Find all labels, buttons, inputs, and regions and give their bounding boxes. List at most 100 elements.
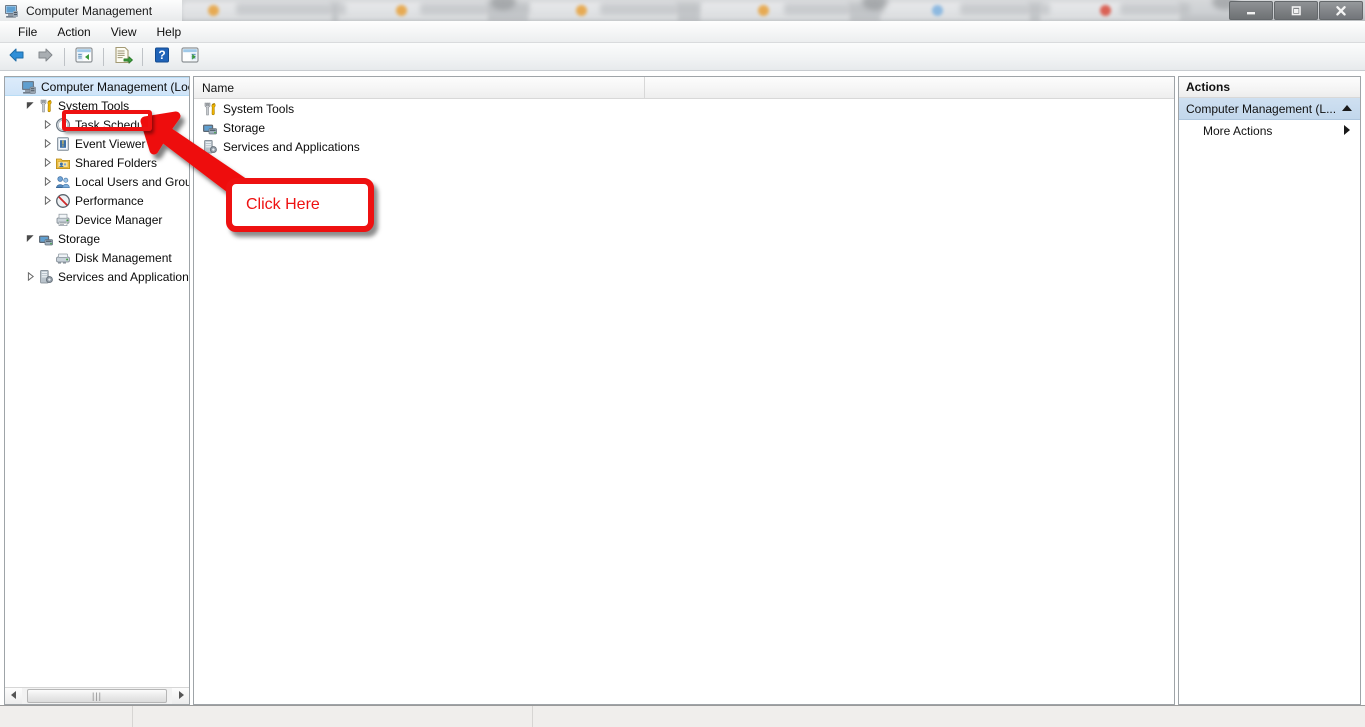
computer-management-window: Computer Management File Action View Hel…	[0, 0, 1365, 727]
show-hide-tree-button[interactable]	[71, 45, 97, 69]
system-tools-icon	[38, 98, 54, 114]
status-bar	[0, 705, 1365, 727]
toolbar-separator-3	[142, 47, 143, 66]
scroll-left-button[interactable]	[5, 688, 22, 704]
triangle-right-icon	[177, 689, 185, 703]
tree-twisty-collapsed-icon[interactable]	[39, 158, 55, 167]
tree-item-device-manager[interactable]: Device Manager	[5, 210, 189, 229]
details-list[interactable]: System Tools Storage Services and Applicat…	[194, 99, 1174, 156]
tree-item-computer-management-local[interactable]: Computer Management (Local	[5, 77, 189, 96]
help-question-icon: ?	[152, 45, 172, 68]
chevron-up-icon[interactable]	[1341, 102, 1353, 116]
menu-action[interactable]: Action	[47, 22, 100, 42]
actions-group-label: Computer Management (L...	[1186, 101, 1337, 116]
tree-item-label: Device Manager	[75, 212, 163, 227]
tree-list[interactable]: Computer Management (Local System Tools Ta…	[5, 77, 189, 688]
system-tools-icon	[202, 101, 218, 117]
action-pane-icon	[179, 45, 201, 68]
show-action-pane-button[interactable]	[177, 45, 203, 69]
window-controls	[1229, 1, 1363, 20]
menu-bar: File Action View Help	[0, 21, 1365, 43]
tree-item-label: Event Viewer	[75, 136, 146, 151]
column-header-row: Name	[194, 77, 1174, 99]
status-cell-3	[533, 706, 1365, 727]
tree-twisty-collapsed-icon[interactable]	[39, 139, 55, 148]
title-bar: Computer Management	[0, 0, 1365, 21]
actions-pane: Actions Computer Management (L... More A…	[1178, 76, 1361, 705]
toolbar-separator-2	[103, 47, 104, 66]
triangle-left-icon	[10, 689, 18, 703]
table-cell-name: Storage	[223, 120, 266, 135]
tree-item-label: Shared Folders	[75, 155, 158, 170]
tree-item-storage[interactable]: Storage	[5, 229, 189, 248]
menu-file[interactable]: File	[8, 22, 47, 42]
back-button[interactable]	[4, 45, 30, 69]
status-cell-1	[0, 706, 133, 727]
tree-twisty-expanded-icon[interactable]	[22, 101, 38, 110]
storage-icon	[38, 231, 54, 247]
computer-management-icon	[4, 3, 20, 19]
forward-arrow-icon	[35, 45, 55, 68]
tree-item-label: Services and Applications	[58, 269, 189, 284]
clock-icon	[55, 117, 71, 133]
tree-item-performance[interactable]: Performance	[5, 191, 189, 210]
tree-item-label: System Tools	[58, 98, 130, 113]
shared-folders-icon	[55, 155, 71, 171]
tree-item-shared-folders[interactable]: Shared Folders	[5, 153, 189, 172]
tree-twisty-collapsed-icon[interactable]	[39, 196, 55, 205]
table-row[interactable]: System Tools	[194, 99, 1174, 118]
minimize-button[interactable]	[1229, 1, 1273, 20]
services-apps-icon	[38, 269, 54, 285]
table-cell-name: Services and Applications	[223, 139, 360, 154]
tree-item-label: Performance	[75, 193, 144, 208]
menu-view[interactable]: View	[101, 22, 147, 42]
export-list-icon	[112, 45, 134, 68]
svg-text:?: ?	[158, 48, 165, 62]
tree-horizontal-scrollbar[interactable]: |||	[5, 687, 189, 704]
event-viewer-icon: !	[55, 136, 71, 152]
tree-item-label: Task Scheduler	[75, 117, 158, 132]
console-tree-pane: Computer Management (Local System Tools Ta…	[4, 76, 190, 705]
maximize-button[interactable]	[1274, 1, 1318, 20]
tree-twisty-collapsed-icon[interactable]	[39, 177, 55, 186]
action-item-more-actions[interactable]: More Actions	[1179, 120, 1360, 142]
computer-icon	[21, 79, 37, 95]
forward-button[interactable]	[32, 45, 58, 69]
performance-icon	[55, 193, 71, 209]
storage-icon	[202, 120, 218, 136]
screen: Computer Management File Action View Hel…	[0, 0, 1365, 727]
scroll-thumb-grip: |||	[91, 690, 102, 701]
tree-twisty-collapsed-icon[interactable]	[22, 272, 38, 281]
tree-item-local-users-and-groups[interactable]: Local Users and Groups	[5, 172, 189, 191]
window-title: Computer Management	[26, 3, 153, 18]
tree-item-label: Local Users and Groups	[75, 174, 189, 189]
close-button[interactable]	[1319, 1, 1363, 20]
tree-item-services-and-applications[interactable]: Services and Applications	[5, 267, 189, 286]
users-groups-icon	[55, 174, 71, 190]
action-item-label: More Actions	[1203, 124, 1273, 138]
table-cell-name: System Tools	[223, 101, 295, 116]
table-row[interactable]: Storage	[194, 118, 1174, 137]
column-header-blank[interactable]	[645, 77, 1174, 99]
tree-item-system-tools[interactable]: System Tools	[5, 96, 189, 115]
tree-item-disk-management[interactable]: Disk Management	[5, 248, 189, 267]
disk-management-icon	[55, 250, 71, 266]
tree-twisty-collapsed-icon[interactable]	[39, 120, 55, 129]
scroll-thumb[interactable]: |||	[27, 689, 167, 703]
export-list-button[interactable]	[110, 45, 136, 69]
column-header-name[interactable]: Name	[194, 77, 645, 99]
actions-group-header[interactable]: Computer Management (L...	[1179, 98, 1360, 120]
table-row[interactable]: Services and Applications	[194, 137, 1174, 156]
tree-item-task-scheduler[interactable]: Task Scheduler	[5, 115, 189, 134]
device-manager-icon	[55, 212, 71, 228]
actions-pane-title: Actions	[1179, 77, 1360, 98]
scroll-track[interactable]: |||	[22, 688, 172, 704]
menu-help[interactable]: Help	[147, 22, 192, 42]
help-button[interactable]: ?	[149, 45, 175, 69]
tree-item-event-viewer[interactable]: ! Event Viewer	[5, 134, 189, 153]
tree-item-label: Storage	[58, 231, 101, 246]
scroll-right-button[interactable]	[172, 688, 189, 704]
tree-item-label: Disk Management	[75, 250, 172, 265]
tree-twisty-expanded-icon[interactable]	[22, 234, 38, 243]
svg-text:!: !	[62, 139, 65, 148]
